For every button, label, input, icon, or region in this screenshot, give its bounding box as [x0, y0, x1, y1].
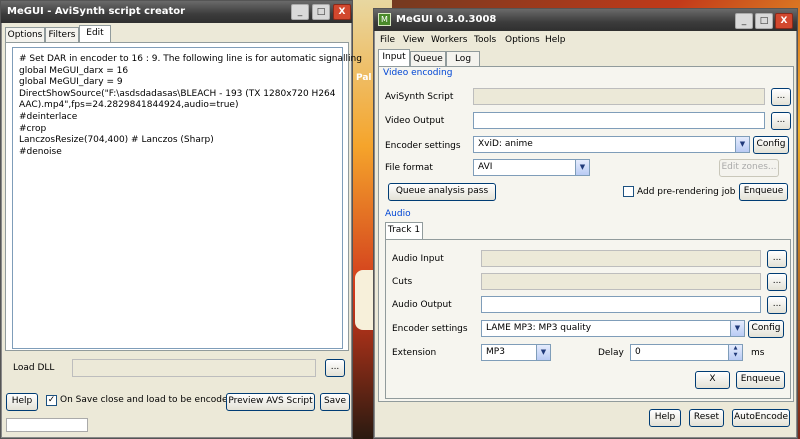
- avisynth-script-field[interactable]: [473, 88, 765, 105]
- video-encoder-settings-label: Encoder settings: [385, 141, 461, 151]
- close-button[interactable]: X: [333, 4, 351, 20]
- delay-stepper[interactable]: 0 ▲ ▼: [630, 344, 743, 361]
- close-button[interactable]: X: [775, 13, 793, 29]
- audio-encoder-settings-label: Encoder settings: [392, 324, 468, 334]
- video-output-field[interactable]: [473, 112, 765, 129]
- tab-input[interactable]: Input: [378, 49, 410, 67]
- script-line[interactable]: global MeGUI_darx = 16: [19, 66, 362, 78]
- file-format-value: AVI: [478, 162, 493, 172]
- edit-tab-panel: # Set DAR in encoder to 16 : 9. The foll…: [5, 42, 362, 351]
- chevron-down-icon[interactable]: ▼: [735, 137, 749, 152]
- script-line[interactable]: DirectShowSource("F:\asdsdadasas\BLEACH …: [19, 89, 362, 101]
- preview-avs-button[interactable]: Preview AVS Script: [226, 393, 315, 411]
- megui-window-title: MeGUI 0.3.0.3008: [396, 14, 497, 25]
- prerender-checkbox[interactable]: [623, 186, 634, 197]
- script-line[interactable]: LanczosResize(704,400) # Lanczos (Sharp): [19, 135, 362, 147]
- video-output-browse-button[interactable]: ...: [771, 112, 791, 130]
- menu-tools[interactable]: Tools: [474, 34, 496, 46]
- spinner-arrows-icon[interactable]: ▲ ▼: [728, 345, 742, 360]
- tab-queue[interactable]: Queue: [410, 51, 446, 67]
- delay-label: Delay: [598, 348, 624, 358]
- audio-input-label: Audio Input: [392, 254, 444, 264]
- queue-analysis-pass-button[interactable]: Queue analysis pass: [388, 183, 496, 201]
- avs-script-creator-window: MeGUI - AviSynth script creator _ □ X Op…: [0, 0, 362, 439]
- extension-label: Extension: [392, 348, 437, 358]
- megui-help-button[interactable]: Help: [649, 409, 681, 427]
- menu-file[interactable]: File: [380, 34, 395, 46]
- file-format-label: File format: [385, 163, 433, 173]
- video-encoder-value: XviD: anime: [478, 139, 533, 149]
- load-dll-label: Load DLL: [13, 363, 55, 373]
- on-save-checkbox[interactable]: ✓: [46, 395, 57, 406]
- cuts-browse-button[interactable]: ...: [767, 273, 787, 291]
- file-format-select[interactable]: AVI ▼: [473, 159, 590, 176]
- delay-value[interactable]: 0: [635, 347, 641, 357]
- script-line[interactable]: #denoise: [19, 147, 362, 159]
- load-dll-browse-button[interactable]: ...: [325, 359, 345, 377]
- minimize-button[interactable]: _: [291, 4, 309, 20]
- cuts-field[interactable]: [481, 273, 761, 290]
- megui-app-icon: M: [378, 13, 391, 26]
- script-editor[interactable]: # Set DAR in encoder to 16 : 9. The foll…: [12, 47, 362, 349]
- autoencode-button[interactable]: AutoEncode: [732, 409, 790, 427]
- menu-workers[interactable]: Workers: [431, 34, 467, 46]
- audio-config-button[interactable]: Config: [748, 320, 784, 338]
- tab-track-1[interactable]: Track 1: [385, 222, 423, 240]
- menu-help[interactable]: Help: [545, 34, 566, 46]
- delay-unit: ms: [751, 348, 765, 358]
- minimize-button[interactable]: _: [735, 13, 753, 29]
- audio-input-field[interactable]: [481, 250, 761, 267]
- video-encoding-group-title: Video encoding: [383, 68, 453, 78]
- audio-remove-button[interactable]: X: [695, 371, 730, 389]
- video-config-button[interactable]: Config: [753, 136, 789, 154]
- video-output-label: Video Output: [385, 116, 445, 126]
- script-line[interactable]: #deinterlace: [19, 112, 362, 124]
- chevron-down-icon[interactable]: ▼: [536, 345, 550, 360]
- maximize-button[interactable]: □: [755, 13, 773, 29]
- tab-log[interactable]: Log: [446, 51, 480, 67]
- prerender-label: Add pre-rendering job: [637, 187, 736, 197]
- input-tab-panel: Video encoding AviSynth Script ... Video…: [378, 66, 794, 402]
- avisynth-script-label: AviSynth Script: [385, 92, 454, 102]
- audio-output-field[interactable]: [481, 296, 761, 313]
- on-save-label: On Save close and load to be encoded: [60, 395, 234, 405]
- menu-bar: File View Workers Tools Options Help: [374, 32, 797, 47]
- audio-output-browse-button[interactable]: ...: [767, 296, 787, 314]
- chevron-down-icon[interactable]: ▼: [730, 321, 744, 336]
- audio-group-title: Audio: [385, 209, 411, 219]
- extension-select[interactable]: MP3 ▼: [481, 344, 551, 361]
- maximize-button[interactable]: □: [312, 4, 330, 20]
- audio-output-label: Audio Output: [392, 300, 452, 310]
- track-1-panel: Audio Input ... Cuts ... Audio Output ..…: [385, 239, 791, 399]
- tab-edit[interactable]: Edit: [79, 25, 111, 43]
- audio-encoder-select[interactable]: LAME MP3: MP3 quality ▼: [481, 320, 745, 337]
- audio-input-browse-button[interactable]: ...: [767, 250, 787, 268]
- megui-titlebar[interactable]: MeGUI 0.3.0.3008: [374, 9, 797, 31]
- script-line[interactable]: #crop: [19, 124, 362, 136]
- status-strip: [6, 418, 88, 432]
- megui-main-window: MeGUI 0.3.0.3008 M _ □ X File View Worke…: [373, 8, 798, 439]
- cuts-label: Cuts: [392, 277, 413, 287]
- script-line[interactable]: global MeGUI_dary = 9: [19, 77, 362, 89]
- audio-encoder-value: LAME MP3: MP3 quality: [486, 323, 592, 333]
- menu-options[interactable]: Options: [505, 34, 540, 46]
- reset-button[interactable]: Reset: [689, 409, 724, 427]
- extension-value: MP3: [486, 347, 505, 357]
- save-button[interactable]: Save: [320, 393, 350, 411]
- audio-enqueue-button[interactable]: Enqueue: [736, 371, 785, 389]
- chevron-down-icon[interactable]: ▼: [575, 160, 589, 175]
- avs-help-button[interactable]: Help: [6, 393, 38, 411]
- edit-zones-button[interactable]: Edit zones...: [719, 159, 779, 177]
- load-dll-field[interactable]: [72, 359, 316, 377]
- tab-options[interactable]: Options: [5, 27, 45, 43]
- video-enqueue-button[interactable]: Enqueue: [739, 183, 788, 201]
- video-encoder-select[interactable]: XviD: anime ▼: [473, 136, 750, 153]
- script-line[interactable]: AAC).mp4",fps=24.2829841844924,audio=tru…: [19, 100, 362, 112]
- script-text[interactable]: # Set DAR in encoder to 16 : 9. The foll…: [19, 54, 362, 158]
- script-line[interactable]: # Set DAR in encoder to 16 : 9. The foll…: [19, 54, 362, 66]
- menu-view[interactable]: View: [403, 34, 424, 46]
- avs-window-title: MeGUI - AviSynth script creator: [7, 6, 186, 17]
- avisynth-browse-button[interactable]: ...: [771, 88, 791, 106]
- tab-filters[interactable]: Filters: [45, 27, 79, 43]
